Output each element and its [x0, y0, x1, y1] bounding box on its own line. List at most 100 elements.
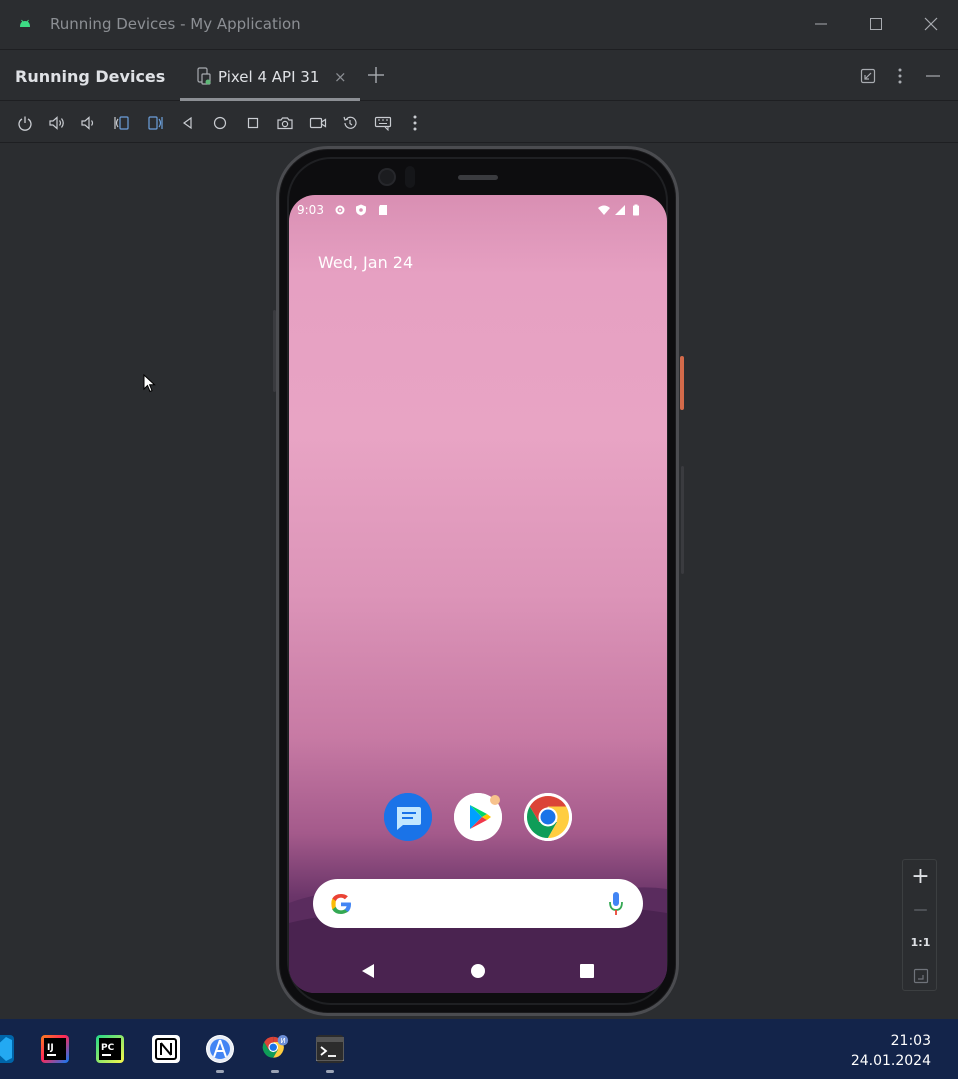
rotate-right-button[interactable]: [145, 113, 165, 133]
sd-card-icon: [379, 205, 387, 215]
svg-text:IJ: IJ: [47, 1043, 54, 1053]
clock-time: 21:03: [890, 1033, 931, 1049]
keyboard-icon: [374, 116, 392, 131]
tool-window-title: Running Devices: [15, 67, 166, 86]
pycharm-icon: PC: [99, 1038, 121, 1060]
volume-down-icon: [81, 116, 94, 130]
os-taskbar: IJ PC И 21:03 24.01.2024: [0, 1019, 958, 1079]
earpiece-speaker: [458, 175, 498, 180]
camera-icon: [277, 117, 293, 130]
tab-close-button[interactable]: ×: [334, 68, 347, 86]
more-vertical-icon: [898, 68, 902, 84]
microphone-icon[interactable]: [608, 891, 624, 917]
android-studio-icon: [207, 1036, 233, 1062]
minimize-icon: [926, 75, 940, 77]
back-button[interactable]: [178, 113, 198, 133]
google-search-bar[interactable]: [313, 879, 643, 928]
date-widget[interactable]: Wed, Jan 24: [318, 253, 413, 272]
intellij-icon: IJ: [44, 1038, 66, 1060]
power-button[interactable]: [15, 113, 35, 133]
running-indicator: [216, 1070, 224, 1073]
more-actions-button[interactable]: [405, 113, 425, 133]
android-icon: [20, 19, 30, 27]
close-window-button[interactable]: [919, 12, 943, 36]
screenshot-button[interactable]: [275, 113, 295, 133]
status-time: 9:03: [297, 203, 324, 217]
overview-button[interactable]: [243, 113, 263, 133]
messages-icon: [384, 793, 432, 841]
tab-label: Pixel 4 API 31: [218, 68, 320, 86]
minimize-window-button[interactable]: [809, 12, 833, 36]
maximize-window-button[interactable]: [864, 12, 888, 36]
zoom-out-button[interactable]: —: [903, 893, 938, 926]
device-toolbar: [0, 102, 958, 143]
vscode-icon: [0, 1037, 12, 1061]
zoom-controls: + — 1:1: [902, 859, 937, 991]
taskbar-pycharm[interactable]: PC: [96, 1035, 124, 1063]
tool-window-header: Running Devices Pixel 4 API 31 ×: [0, 51, 958, 101]
phone-power-key[interactable]: [680, 356, 684, 410]
taskbar-chrome[interactable]: И: [261, 1035, 289, 1063]
play-store-app[interactable]: [454, 793, 502, 841]
home-button[interactable]: [210, 113, 230, 133]
volume-down-button[interactable]: [78, 113, 98, 133]
taskbar-android-studio[interactable]: [206, 1035, 234, 1063]
fit-screen-icon: [913, 968, 928, 983]
fit-to-window-button[interactable]: [903, 959, 938, 992]
restore-layout-icon: [860, 68, 876, 84]
taskbar-vscode[interactable]: [0, 1035, 14, 1063]
chrome-app[interactable]: [524, 793, 572, 841]
chrome-icon: И: [262, 1035, 289, 1058]
nav-back-icon[interactable]: [360, 963, 376, 979]
zoom-in-button[interactable]: +: [903, 860, 938, 893]
add-tab-button[interactable]: [366, 65, 386, 85]
screen-record-button[interactable]: [308, 113, 328, 133]
close-icon: [924, 17, 938, 31]
maximize-icon: [870, 18, 882, 30]
float-window-button[interactable]: [859, 67, 877, 85]
device-screen[interactable]: 9:03 Wed, Jan 24: [289, 195, 667, 993]
svg-text:И: И: [280, 1037, 285, 1045]
more-vertical-icon: [413, 115, 417, 131]
overview-square-icon: [247, 117, 259, 129]
nav-overview-icon[interactable]: [580, 964, 594, 978]
rotate-right-icon: [148, 116, 163, 130]
reset-snapshot-button[interactable]: [340, 113, 360, 133]
status-bar: 9:03: [289, 195, 667, 225]
window-title: Running Devices - My Application: [50, 15, 301, 33]
minimize-icon: [815, 23, 827, 25]
taskbar-terminal[interactable]: [316, 1035, 344, 1063]
video-camera-icon: [309, 117, 327, 129]
nav-home-icon[interactable]: [470, 963, 486, 979]
clock-date: 24.01.2024: [850, 1053, 931, 1069]
settings-gear-icon: [335, 205, 345, 215]
rotate-left-icon: [114, 116, 129, 130]
back-triangle-icon: [182, 116, 192, 130]
battery-icon: [633, 204, 639, 216]
volume-up-button[interactable]: [47, 113, 67, 133]
mouse-cursor-icon: [143, 374, 156, 393]
front-camera: [378, 168, 396, 186]
options-menu-button[interactable]: [891, 67, 909, 85]
notion-icon: [155, 1038, 177, 1060]
active-tab-indicator: [180, 98, 360, 101]
rotate-left-button[interactable]: [112, 113, 132, 133]
svg-text:PC: PC: [101, 1043, 115, 1053]
actual-size-button[interactable]: 1:1: [903, 926, 938, 959]
hide-tool-window-button[interactable]: [924, 67, 942, 85]
messages-app[interactable]: [384, 793, 432, 841]
shield-icon: [356, 204, 366, 216]
terminal-icon: [316, 1037, 344, 1061]
taskbar-intellij[interactable]: IJ: [41, 1035, 69, 1063]
home-circle-icon: [213, 116, 227, 130]
keyboard-input-button[interactable]: [373, 113, 393, 133]
tab-pixel-4-api-31[interactable]: Pixel 4 API 31 ×: [180, 51, 360, 101]
power-icon: [18, 116, 32, 131]
volume-up-icon: [49, 116, 64, 130]
taskbar-notion[interactable]: [152, 1035, 180, 1063]
window-titlebar: Running Devices - My Application: [0, 0, 958, 50]
device-icon: [197, 67, 211, 85]
phone-volume-key[interactable]: [681, 466, 684, 574]
system-clock[interactable]: 21:03 24.01.2024: [851, 1031, 931, 1071]
wifi-icon: [598, 205, 610, 215]
